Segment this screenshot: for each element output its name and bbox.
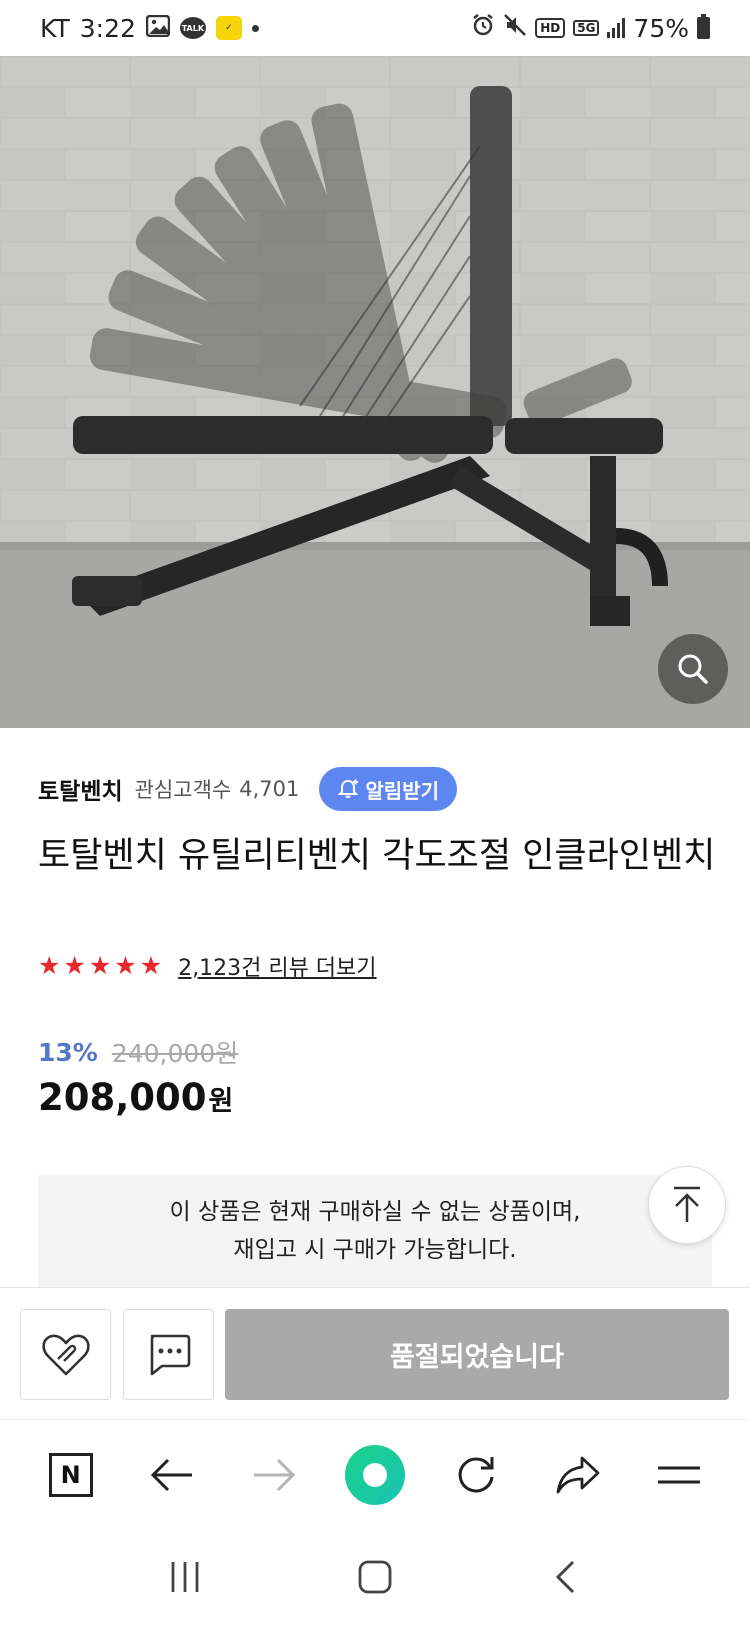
purchase-action-bar: 품절되었습니다 [0,1287,750,1419]
currency-unit: 원 [208,1086,234,1117]
naver-home-button[interactable]: N [41,1445,101,1505]
chevron-left-icon [555,1560,575,1594]
fan-count-value: 4,701 [239,777,300,801]
signal-icon [607,18,626,38]
heart-icon [41,1334,90,1375]
hd-icon: HD [535,18,566,38]
scroll-top-button[interactable] [648,1166,726,1244]
status-left: KT 3:22 TALK ✓ [40,14,259,43]
final-price-value: 208,000 [38,1076,207,1119]
product-image[interactable] [0,56,750,728]
home-button[interactable] [345,1547,405,1607]
product-title: 토탈벤치 유틸리티벤치 각도조절 인클라인벤치 [38,836,716,876]
price-discount-row: 13% 240,000원 [38,1034,238,1070]
final-price: 208,000 원 [38,1076,233,1119]
star-icon: ★ [38,951,61,980]
star-icon: ★ [63,951,86,980]
refresh-button[interactable] [446,1445,506,1505]
review-more-link[interactable]: 2,123건 리뷰 더보기 [178,950,376,982]
carrier-label: KT [40,13,70,43]
menu-button[interactable] [649,1445,709,1505]
green-dot-button[interactable] [344,1444,405,1505]
home-icon [358,1560,392,1594]
system-back-button[interactable] [535,1547,595,1607]
star-icon: ★ [114,951,137,980]
share-button[interactable] [548,1445,608,1505]
recent-apps-icon [171,1562,199,1592]
status-bar: KT 3:22 TALK ✓ HD 5G 75% [0,0,750,56]
battery-percent: 75% [633,13,689,43]
kakao-icon: ✓ [215,16,242,40]
brand-row: 토탈벤치 관심고객수 4,701 알림받기 [38,764,457,814]
status-right: HD 5G 75% [471,13,710,43]
battery-icon [697,14,710,39]
naver-logo-icon: N [48,1452,93,1497]
search-icon [678,654,708,684]
system-nav-bar [0,1529,750,1625]
original-price: 240,000원 [111,1039,239,1068]
zoom-button[interactable] [658,634,728,704]
rating-row: ★ ★ ★ ★ ★ 2,123건 리뷰 더보기 [38,950,377,982]
star-icon: ★ [88,951,112,980]
discount-rate: 13% [38,1037,98,1067]
fan-count-label: 관심고객수 [134,778,232,802]
star-icon: ★ [139,951,163,980]
brand-name[interactable]: 토탈벤치 [38,772,123,806]
hamburger-menu-icon [658,1466,701,1483]
clock: 3:22 [79,13,136,43]
notice-line-2: 재입고 시 구매가 가능합니다. [233,1237,517,1263]
green-dot-icon [344,1444,405,1505]
notification-dot [251,24,259,32]
bell-plus-icon [337,779,359,798]
arrow-left-icon [151,1458,193,1491]
bench-photo [0,56,750,728]
browser-nav-bar: N [0,1419,750,1529]
mute-icon [503,13,527,43]
alarm-button-label: 알림받기 [365,778,439,803]
like-button[interactable] [20,1309,111,1400]
soldout-notice: 이 상품은 현재 구매하실 수 없는 상품이며, 재입고 시 구매가 가능합니다… [38,1175,712,1287]
alarm-subscribe-button[interactable]: 알림받기 [319,767,457,811]
notice-line-1: 이 상품은 현재 구매하실 수 없는 상품이며, [169,1199,581,1225]
talk-chat-button[interactable] [123,1309,214,1400]
share-icon [556,1456,600,1493]
forward-button[interactable] [244,1445,304,1505]
refresh-icon [459,1456,494,1492]
gallery-icon [145,14,171,43]
alarm-icon [471,13,495,43]
arrow-right-icon [253,1458,295,1491]
network-5g-icon: 5G [573,20,600,36]
arrow-up-icon [674,1186,700,1222]
recent-apps-button[interactable] [155,1547,215,1607]
rating-stars: ★ ★ ★ ★ ★ [38,952,162,980]
back-button[interactable] [142,1445,202,1505]
chat-bubble-icon [150,1334,190,1375]
talk-icon: TALK [179,17,206,39]
soldout-button[interactable]: 품절되었습니다 [225,1309,729,1400]
